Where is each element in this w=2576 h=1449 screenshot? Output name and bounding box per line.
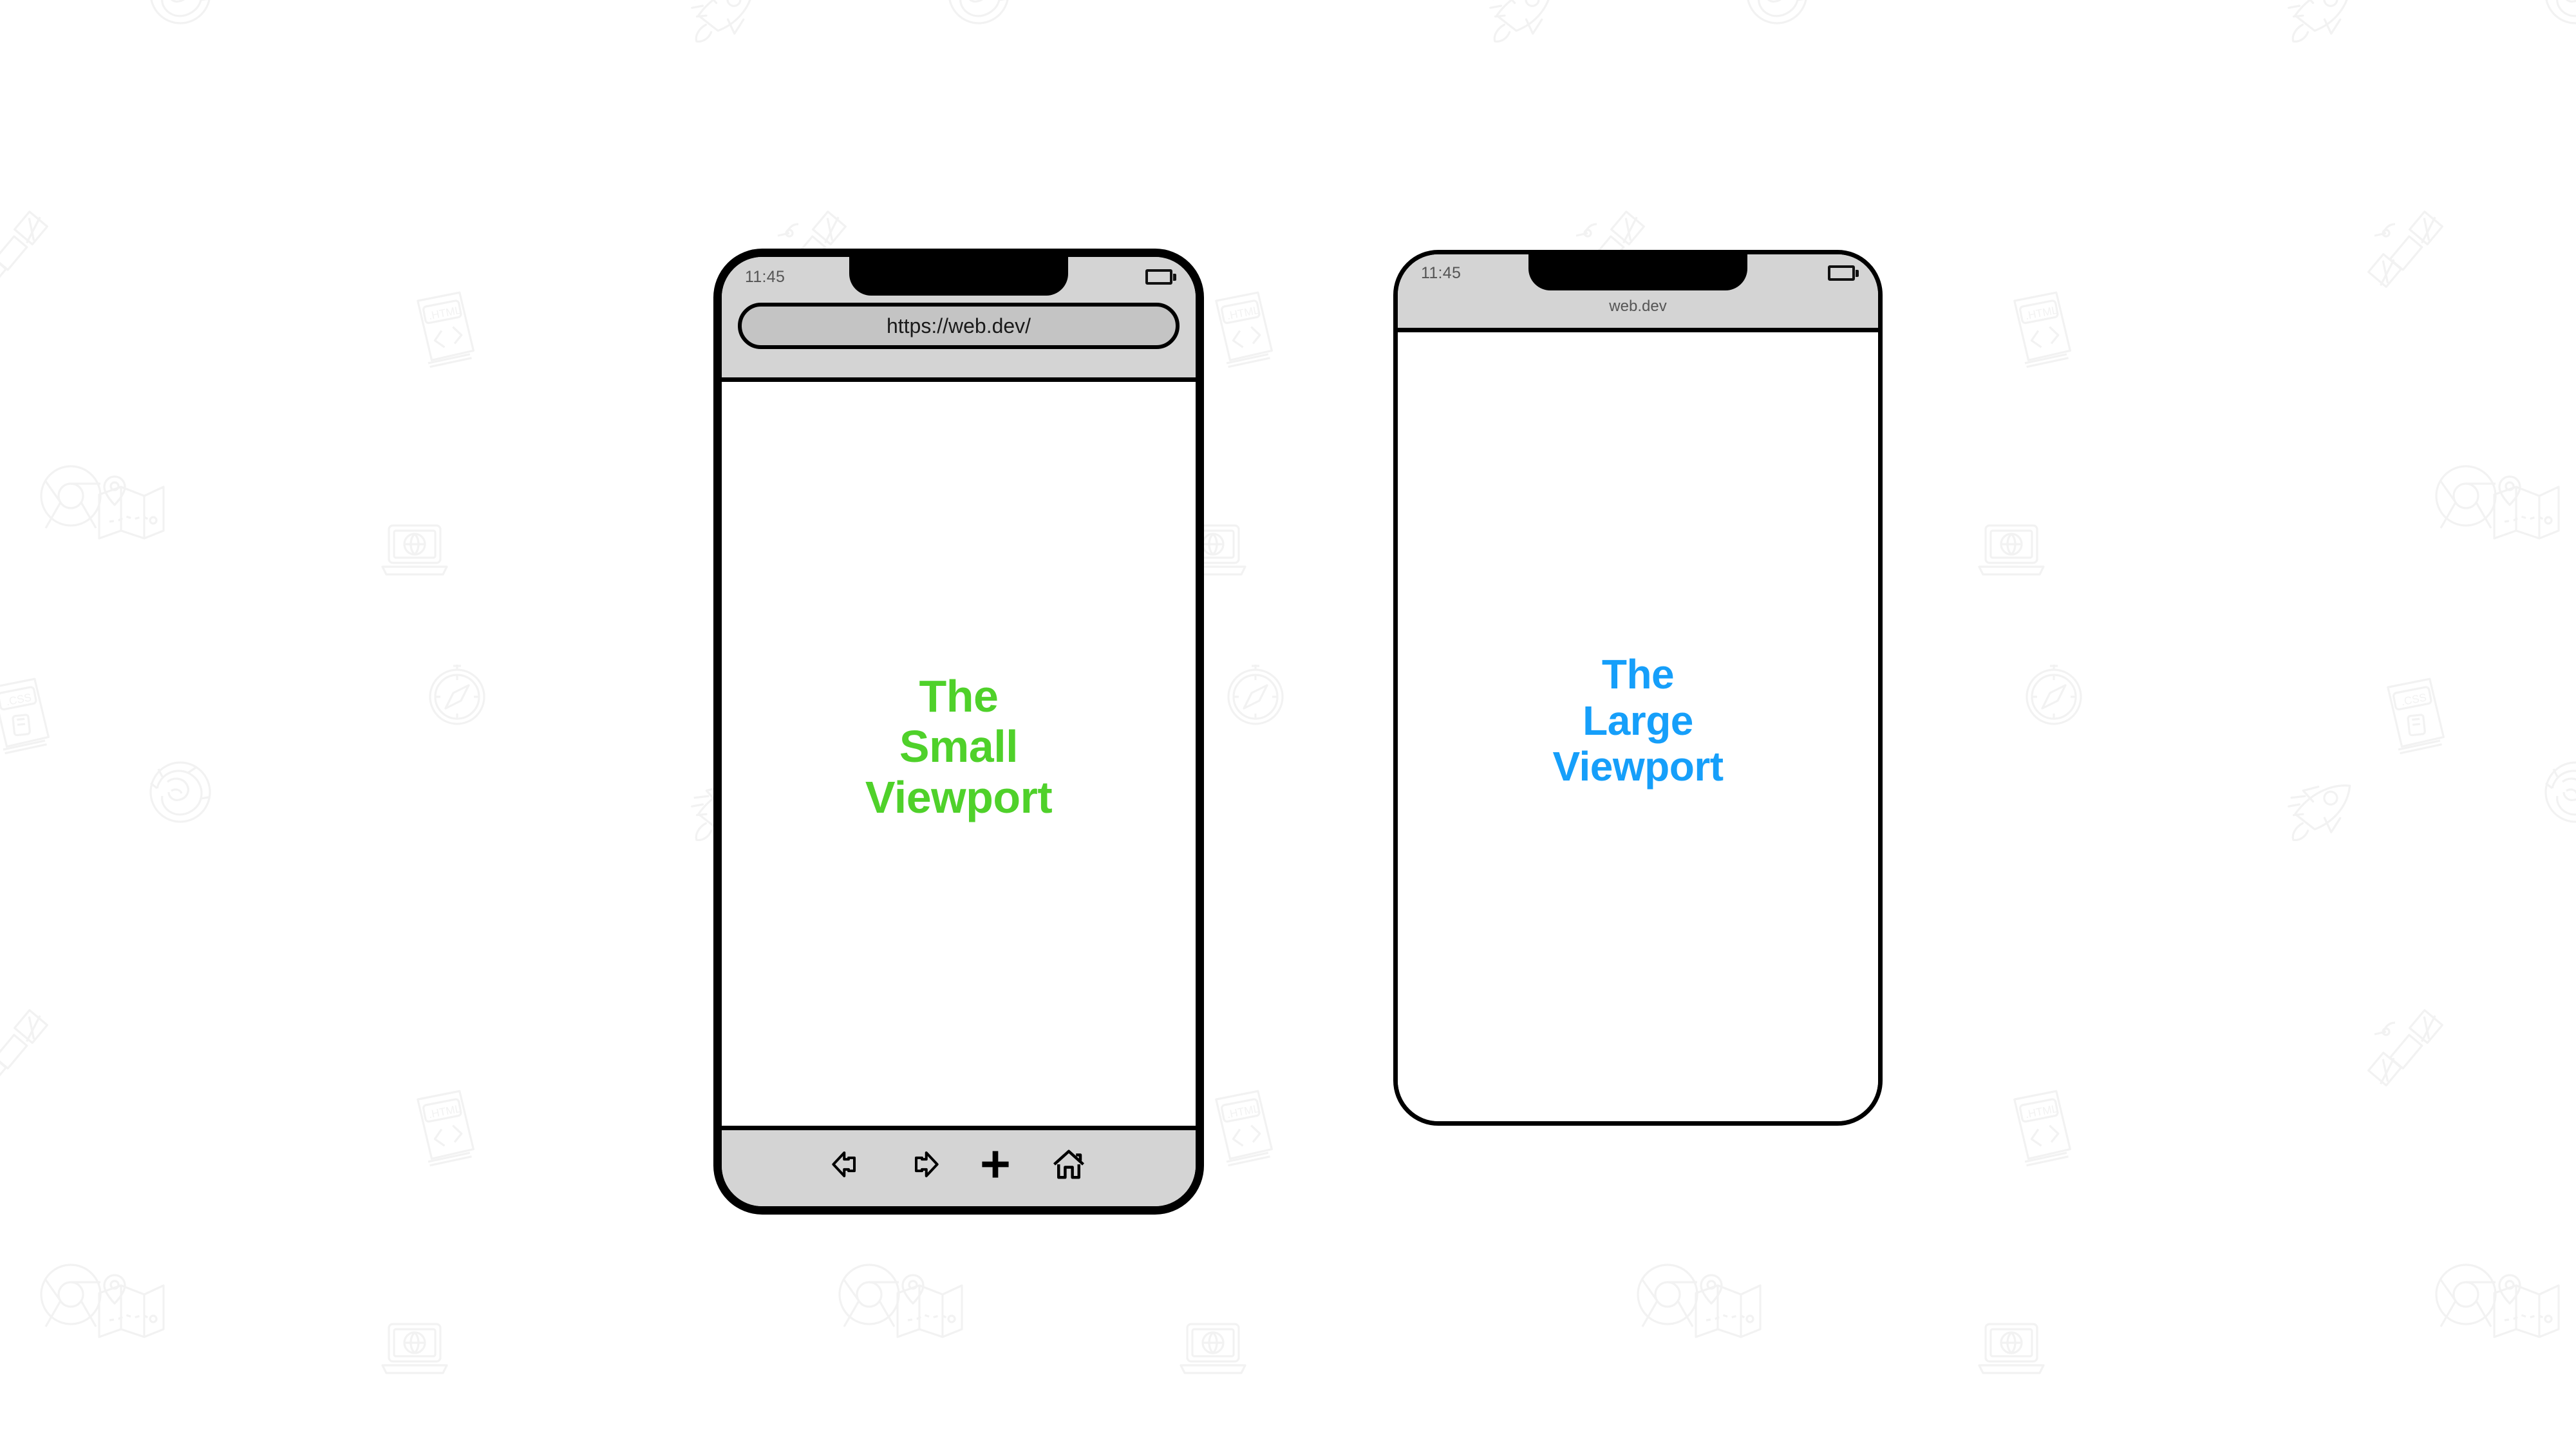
new-tab-button[interactable] [975,1144,1015,1184]
large-viewport-phone: 11:45 web.dev The Large Viewport [1393,250,1883,1126]
arrow-left-icon [832,1151,856,1178]
page-title-large: The Large Viewport [1552,650,1724,790]
address-bar-url-small: https://web.dev/ [886,314,1031,337]
back-button[interactable] [829,1144,869,1184]
arrow-right-icon [914,1151,939,1178]
page-title-line-1: The [1601,650,1675,697]
home-icon [1053,1150,1085,1179]
browser-chrome-top-large: 11:45 web.dev [1398,254,1878,332]
battery-full-icon [1828,265,1859,281]
notch [1528,254,1747,290]
page-title-line-1: The [919,670,999,721]
browser-chrome-top-small: 11:45 https://web.dev/ [722,257,1196,382]
page-title-line-3: Viewport [1552,743,1724,790]
browser-toolbar-bottom-small [722,1126,1196,1206]
page-title-small: The Small Viewport [865,670,1053,822]
address-bar-small[interactable]: https://web.dev/ [738,303,1180,349]
page-title-line-2: Small [899,721,1019,772]
page-viewport-large: The Large Viewport [1398,332,1878,1121]
plus-icon [982,1151,1009,1178]
notch [849,257,1068,296]
page-title-line-2: Large [1583,697,1693,744]
status-time: 11:45 [745,267,785,286]
page-viewport-small: The Small Viewport [722,382,1196,1126]
address-bar-large[interactable]: web.dev [1398,292,1878,314]
battery-full-icon [1145,269,1176,285]
forward-button[interactable] [902,1144,942,1184]
home-button[interactable] [1049,1144,1089,1184]
address-bar-url-large: web.dev [1609,298,1667,315]
phone-comparison-stage: 11:45 https://web.dev/ The Small Viewpor… [0,0,2576,1449]
status-time: 11:45 [1421,263,1462,282]
page-title-line-3: Viewport [865,772,1053,822]
address-bar-wrap-small: https://web.dev/ [722,297,1196,349]
small-viewport-phone: 11:45 https://web.dev/ The Small Viewpor… [713,249,1204,1215]
